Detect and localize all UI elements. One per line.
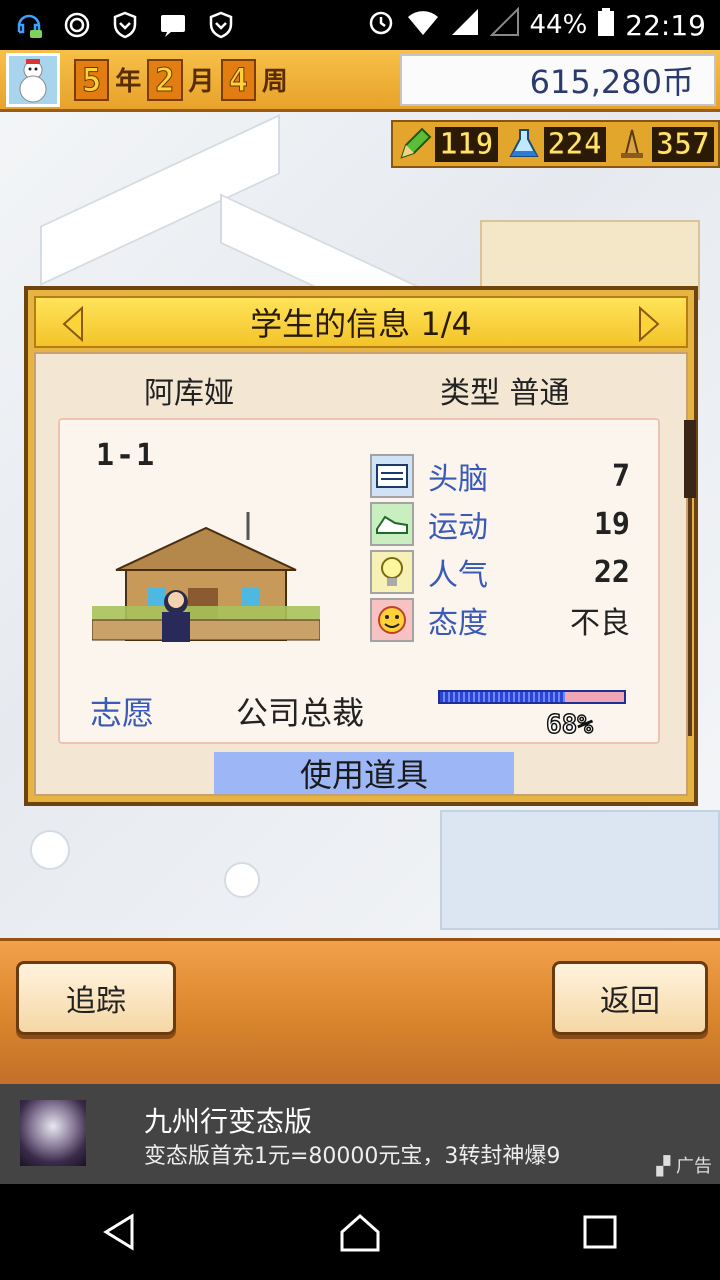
- aspiration-progress-bar: [438, 690, 626, 704]
- resource-flask: 224: [502, 122, 610, 166]
- stat-row-popularity: 人气 22: [370, 548, 630, 596]
- sneaker-icon: [370, 502, 414, 546]
- resource-hat: 357: [610, 122, 718, 166]
- snowman: [224, 862, 260, 898]
- progress-percent: 68%: [545, 709, 593, 741]
- money-display: 615,280币: [400, 54, 716, 106]
- stat-label: 头脑: [428, 462, 488, 497]
- stat-value: 7: [611, 458, 630, 494]
- brain-icon: [370, 454, 414, 498]
- game-viewport[interactable]: 5 年 2 月 4 周 615,280币 119 224 357 学生的信息 1…: [0, 50, 720, 1084]
- month-number: 2: [147, 58, 183, 101]
- hat-value: 357: [651, 126, 714, 162]
- home-icon[interactable]: [330, 1202, 390, 1262]
- battery-icon: [597, 7, 615, 44]
- lightbulb-icon: [370, 550, 414, 594]
- student-house-illustration: [91, 510, 321, 650]
- track-button[interactable]: 追踪: [16, 961, 176, 1035]
- aspiration-value: 公司总裁: [236, 694, 365, 732]
- student-header: 阿库娅 类型 普通: [36, 368, 686, 411]
- frozen-pond: [440, 810, 720, 930]
- resource-bar: 119 224 357: [391, 120, 720, 168]
- game-bottom-bar: 追踪 返回: [0, 938, 720, 1084]
- month-unit: 月: [188, 67, 215, 97]
- message-icon: [158, 10, 188, 40]
- back-icon[interactable]: [90, 1202, 150, 1262]
- clock: 22:19: [625, 8, 706, 42]
- navigation-bar: [0, 1184, 720, 1280]
- flask-icon: [506, 126, 542, 162]
- dialog-title-bar: 学生的信息 1/4: [34, 296, 688, 348]
- snowman-avatar-icon[interactable]: [6, 52, 60, 107]
- pencil-icon: [397, 126, 433, 162]
- ad-banner[interactable]: 九州行变态版 变态版首充1元=80000元宝，3转封神爆9 ▞ 广告: [0, 1084, 720, 1184]
- battery-text: 44%: [529, 10, 588, 40]
- week-number: 4: [220, 58, 256, 101]
- student-type: 类型 普通: [440, 376, 570, 411]
- pencil-value: 119: [435, 126, 498, 162]
- aspiration-label: 志愿: [90, 694, 155, 732]
- face-icon: [370, 598, 414, 642]
- resource-pencil: 119: [393, 122, 501, 166]
- stat-value: 不良: [570, 607, 630, 640]
- progress-fill: [440, 692, 566, 702]
- student-detail-panel[interactable]: 1-1 头脑 7 运动 19 人气 22 态度 不良 志愿 公司总裁 68%: [58, 418, 696, 744]
- ad-title[interactable]: 九州行变态版: [144, 1100, 312, 1140]
- ad-logo-icon: ▞: [656, 1156, 671, 1177]
- stat-label: 人气: [428, 558, 488, 593]
- ad-tag: ▞ 广告: [656, 1152, 712, 1178]
- status-bar: 44% 22:19: [0, 0, 720, 50]
- scrollbar-thumb[interactable]: [684, 420, 696, 498]
- shield-icon: [110, 10, 140, 40]
- signal-empty-icon: [489, 6, 520, 44]
- snowman: [30, 830, 70, 870]
- stat-label: 运动: [428, 510, 488, 545]
- use-item-button[interactable]: 使用道具: [214, 752, 514, 794]
- snow-wall: [40, 114, 280, 286]
- student-name: 阿库娅: [144, 376, 234, 411]
- stat-value: 22: [593, 554, 630, 590]
- stat-row-brain: 头脑 7: [370, 452, 630, 500]
- hat-icon: [614, 126, 650, 162]
- progress-remainder: [565, 692, 624, 702]
- shield-icon: [206, 10, 236, 40]
- stat-row-attitude: 态度 不良: [370, 596, 630, 644]
- stats-list: 头脑 7 运动 19 人气 22 态度 不良: [370, 452, 630, 644]
- stat-label: 态度: [428, 606, 488, 641]
- week-unit: 周: [261, 67, 288, 97]
- back-button[interactable]: 返回: [552, 961, 708, 1035]
- game-date: 5 年 2 月 4 周: [74, 58, 288, 101]
- swirl-icon: [62, 10, 92, 40]
- dialog-body: 阿库娅 类型 普通 1-1 头脑 7 运动 19 人气 22 态度 不良 志愿 …: [34, 352, 696, 796]
- stat-row-sport: 运动 19: [370, 500, 630, 548]
- flask-value: 224: [543, 126, 606, 162]
- signal-icon: [450, 7, 480, 44]
- prev-arrow-icon[interactable]: [56, 304, 90, 344]
- alarm-icon: [366, 7, 396, 44]
- student-info-dialog: 学生的信息 1/4 阿库娅 类型 普通 1-1 头脑 7 运动 19 人气 22…: [24, 286, 698, 806]
- wifi-icon: [406, 7, 440, 44]
- stat-value: 19: [593, 506, 630, 542]
- year-number: 5: [74, 58, 110, 101]
- headset-chat-icon: [14, 10, 44, 40]
- recents-icon[interactable]: [570, 1202, 630, 1262]
- year-unit: 年: [115, 67, 142, 97]
- game-top-bar: 5 年 2 月 4 周 615,280币: [0, 50, 720, 112]
- class-grade: 1-1: [96, 438, 157, 473]
- ad-tag-label: 广告: [676, 1156, 712, 1177]
- dialog-title: 学生的信息 1/4: [250, 305, 472, 343]
- ad-subtitle[interactable]: 变态版首充1元=80000元宝，3转封神爆9: [144, 1138, 560, 1170]
- ad-image[interactable]: [20, 1100, 86, 1166]
- next-arrow-icon[interactable]: [632, 304, 666, 344]
